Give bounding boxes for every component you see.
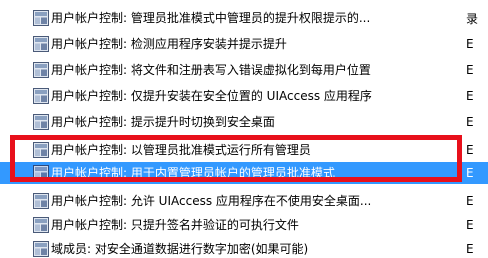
policy-name-cell: 用户帐户控制: 检测应用程序安装并提示提升 [0, 33, 462, 55]
policy-icon [33, 88, 49, 104]
policy-icon [33, 142, 49, 158]
policy-setting-cell: E [466, 89, 474, 103]
policy-icon [33, 62, 49, 78]
policy-name-cell: 用户帐户控制: 管理员批准模式中管理员的提升权限提示的... [0, 7, 462, 29]
policy-icon [33, 241, 49, 257]
policy-name: 用户帐户控制: 将文件和注册表写入错误虚拟化到每用户位置 [51, 63, 371, 77]
policy-row-selected[interactable]: 用户帐户控制: 用于内置管理员帐户的管理员批准模式 E [0, 162, 488, 184]
policy-name-cell: 用户帐户控制: 以管理员批准模式运行所有管理员 [0, 139, 462, 161]
policy-name: 用户帐户控制: 允许 UIAccess 应用程序在不使用安全桌面... [51, 194, 372, 208]
policy-icon [33, 36, 49, 52]
policy-name: 域成员: 对安全通道数据进行数字加密(如果可能) [51, 242, 309, 256]
policy-name-cell: 用户帐户控制: 只提升签名并验证的可执行文件 [0, 214, 462, 236]
policy-name: 用户帐户控制: 仅提升安装在安全位置的 UIAccess 应用程序 [51, 89, 372, 103]
policy-row[interactable]: 用户帐户控制: 以管理员批准模式运行所有管理员 E [0, 139, 488, 161]
policy-name-cell: 用户帐户控制: 将文件和注册表写入错误虚拟化到每用户位置 [0, 59, 462, 81]
policy-setting-cell: E [466, 37, 474, 51]
policy-row[interactable]: 用户帐户控制: 提示提升时切换到安全桌面 E [0, 111, 488, 133]
policy-row[interactable]: 域成员: 对安全通道数据进行数字加密(如果可能) E [0, 238, 488, 258]
policy-icon [33, 10, 49, 26]
policy-name-cell: 域成员: 对安全通道数据进行数字加密(如果可能) [0, 238, 462, 258]
policy-setting-cell: E [466, 115, 474, 129]
policy-list: 用户帐户控制: 管理员批准模式中管理员的提升权限提示的... 录 用户帐户控制:… [0, 0, 488, 258]
policy-row[interactable]: 用户帐户控制: 只提升签名并验证的可执行文件 E [0, 214, 488, 236]
policy-setting-cell: E [466, 143, 474, 157]
policy-name-cell: 用户帐户控制: 用于内置管理员帐户的管理员批准模式 [0, 162, 462, 184]
policy-setting-cell: E [466, 194, 474, 208]
policy-row[interactable]: 用户帐户控制: 管理员批准模式中管理员的提升权限提示的... 录 [0, 7, 488, 29]
policy-setting-cell: E [466, 166, 474, 180]
policy-icon [33, 165, 49, 181]
policy-row[interactable]: 用户帐户控制: 检测应用程序安装并提示提升 E [0, 33, 488, 55]
policy-name: 用户帐户控制: 以管理员批准模式运行所有管理员 [51, 143, 311, 157]
policy-row[interactable]: 用户帐户控制: 将文件和注册表写入错误虚拟化到每用户位置 E [0, 59, 488, 81]
policy-setting-cell: E [466, 218, 474, 232]
policy-row[interactable]: 用户帐户控制: 仅提升安装在安全位置的 UIAccess 应用程序 E [0, 85, 488, 107]
policy-setting-cell: E [466, 63, 474, 77]
policy-name: 用户帐户控制: 检测应用程序安装并提示提升 [51, 37, 287, 51]
policy-row[interactable]: 用户帐户控制: 允许 UIAccess 应用程序在不使用安全桌面... E [0, 190, 488, 212]
policy-setting-cell: 录 [466, 11, 479, 26]
policy-setting-cell: E [466, 242, 474, 256]
policy-icon [33, 193, 49, 209]
policy-name-cell: 用户帐户控制: 允许 UIAccess 应用程序在不使用安全桌面... [0, 190, 462, 212]
policy-name: 用户帐户控制: 用于内置管理员帐户的管理员批准模式 [51, 166, 335, 180]
policy-name-cell: 用户帐户控制: 提示提升时切换到安全桌面 [0, 111, 462, 133]
policy-name: 用户帐户控制: 管理员批准模式中管理员的提升权限提示的... [51, 11, 371, 25]
policy-icon [33, 114, 49, 130]
policy-name: 用户帐户控制: 提示提升时切换到安全桌面 [51, 115, 275, 129]
policy-icon [33, 217, 49, 233]
policy-name: 用户帐户控制: 只提升签名并验证的可执行文件 [51, 218, 299, 232]
policy-name-cell: 用户帐户控制: 仅提升安装在安全位置的 UIAccess 应用程序 [0, 85, 462, 107]
